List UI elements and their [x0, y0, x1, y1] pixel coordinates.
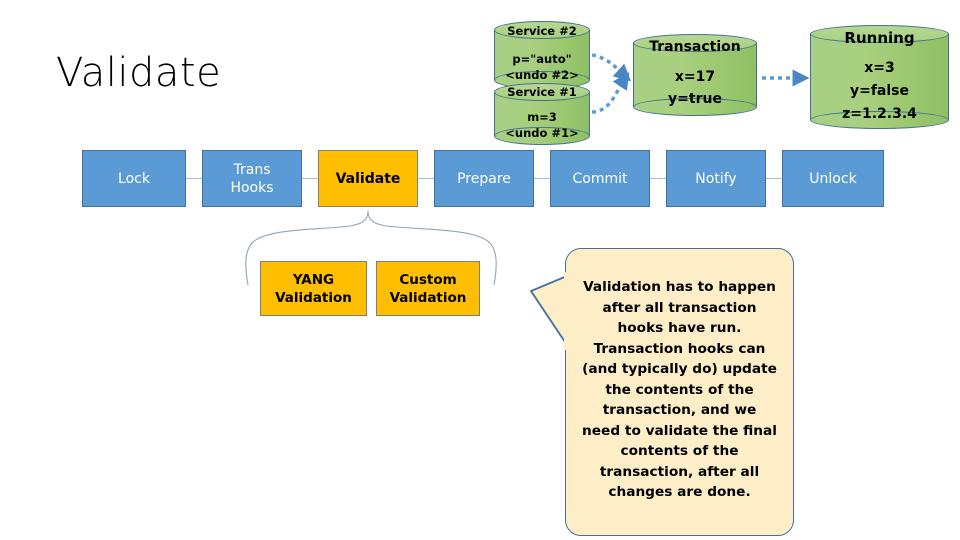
connector — [650, 178, 666, 179]
stage-commit[interactable]: Commit — [550, 150, 650, 207]
cylinder-values: m=3 <undo #1> — [494, 109, 590, 141]
cylinder-service-2: Service #2 p="auto" <undo #2> — [494, 21, 590, 89]
subbox-label: Custom Validation — [389, 271, 467, 306]
cylinder-running: Running x=3 y=false z=1.2.3.4 — [810, 25, 949, 129]
cylinder-title: Service #1 — [507, 85, 577, 99]
subbox-yang-validation[interactable]: YANG Validation — [260, 261, 367, 316]
cylinder-values: p="auto" <undo #2> — [494, 51, 590, 83]
connector — [766, 178, 782, 179]
subbox-label: YANG Validation — [275, 271, 352, 306]
callout-bubble: Validation has to happen after all trans… — [565, 248, 794, 536]
diagram-canvas: Validate Service #2 p="auto" <undo #2> S… — [0, 0, 960, 540]
stage-label: Commit — [572, 170, 628, 187]
page-title: Validate — [56, 50, 222, 96]
connector — [418, 178, 434, 179]
callout-tail — [529, 274, 568, 348]
cylinder-value-line: m=3 — [527, 110, 557, 124]
connector — [302, 178, 318, 179]
connector — [534, 178, 550, 179]
callout-text: Validation has to happen after all trans… — [582, 279, 777, 500]
cylinder-value-line: y=true — [668, 91, 722, 107]
stage-label: Validate — [335, 170, 401, 187]
cylinder-value-line: x=17 — [674, 69, 716, 85]
cylinder-title: Running — [844, 29, 915, 47]
stage-notify[interactable]: Notify — [666, 150, 766, 207]
arrow-service1-to-transaction — [591, 72, 630, 114]
cylinder-title: Service #2 — [507, 24, 577, 38]
stage-label: Notify — [695, 170, 737, 187]
stage-trans-hooks[interactable]: Trans Hooks — [202, 150, 302, 207]
stage-label: Unlock — [809, 170, 857, 187]
stage-lock[interactable]: Lock — [82, 150, 186, 207]
arrow-service2-to-transaction — [591, 53, 632, 82]
stage-prepare[interactable]: Prepare — [434, 150, 534, 207]
cylinder-values: x=17 y=true — [633, 66, 757, 110]
stage-validate[interactable]: Validate — [318, 150, 418, 207]
stage-unlock[interactable]: Unlock — [782, 150, 884, 207]
cylinder-value-line: p="auto" — [512, 52, 572, 66]
subbox-custom-validation[interactable]: Custom Validation — [376, 261, 480, 316]
cylinder-title: Transaction — [649, 39, 741, 55]
cylinder-value-line: <undo #2> — [505, 68, 579, 82]
stage-label: Trans Hooks — [230, 161, 274, 196]
cylinder-value-line: x=3 — [864, 60, 895, 76]
cylinder-transaction: Transaction x=17 y=true — [633, 34, 757, 116]
cylinder-value-line: <undo #1> — [505, 126, 579, 140]
cylinder-value-line: y=false — [849, 83, 910, 99]
connector — [186, 178, 202, 179]
cylinder-values: x=3 y=false z=1.2.3.4 — [810, 57, 949, 126]
stage-label: Prepare — [457, 170, 511, 187]
stage-label: Lock — [118, 170, 150, 187]
cylinder-value-line: z=1.2.3.4 — [842, 106, 917, 122]
cylinder-service-1: Service #1 m=3 <undo #1> — [494, 83, 590, 145]
